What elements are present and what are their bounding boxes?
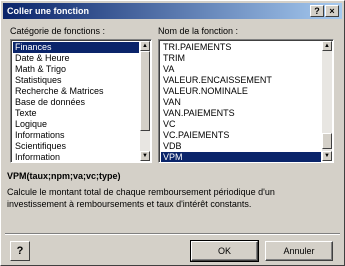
list-item[interactable]: VALEUR.ENCAISSEMENT <box>161 75 321 86</box>
title-bar: Coller une fonction ? × <box>3 3 342 19</box>
function-scrollbar[interactable]: ▲ ▼ <box>322 41 332 161</box>
scroll-down-icon[interactable]: ▼ <box>140 151 150 161</box>
function-list: TRI.PAIEMENTS TRIM VA VALEUR.ENCAISSEMENT VA… <box>161 42 321 162</box>
category-label: Catégorie de fonctions : <box>10 26 106 36</box>
scroll-thumb[interactable] <box>140 51 150 131</box>
list-item[interactable]: Finances <box>13 42 139 53</box>
list-item[interactable]: Statistiques <box>13 75 139 86</box>
list-item[interactable]: TRI.PAIEMENTS <box>161 42 321 53</box>
function-syntax: VPM(taux;npm;va;vc;type) <box>7 171 121 181</box>
list-item[interactable]: VC.PAIEMENTS <box>161 130 321 141</box>
list-item[interactable]: VPM <box>161 152 321 162</box>
help-icon: ? <box>16 245 24 257</box>
list-item[interactable]: Math & Trigo <box>13 64 139 75</box>
list-item[interactable]: VDB <box>161 141 321 152</box>
list-item[interactable]: VA <box>161 64 321 75</box>
category-scrollbar[interactable]: ▲ ▼ <box>140 41 150 161</box>
list-item[interactable]: VC <box>161 119 321 130</box>
help-button[interactable]: ? <box>10 241 30 261</box>
paste-function-dialog: Coller une fonction ? × Catégorie de fon… <box>0 0 345 266</box>
function-description: Calcule le montant total de chaque rembo… <box>7 187 275 209</box>
ok-button[interactable]: OK <box>190 240 259 262</box>
list-item[interactable]: Date & Heure <box>13 53 139 64</box>
list-item[interactable]: TRIM <box>161 53 321 64</box>
list-item[interactable]: Base de données <box>13 97 139 108</box>
category-list: Finances Date & Heure Math & Trigo Statisti… <box>13 42 139 162</box>
list-item[interactable]: Informations <box>13 130 139 141</box>
list-item[interactable]: Recherche & Matrices <box>13 86 139 97</box>
list-item[interactable]: Logique <box>13 119 139 130</box>
window-title: Coller une fonction <box>7 6 89 16</box>
list-item[interactable]: VAN <box>161 97 321 108</box>
close-button[interactable]: × <box>325 5 339 17</box>
list-item[interactable]: Information <box>13 152 139 162</box>
function-listbox[interactable]: TRI.PAIEMENTS TRIM VA VALEUR.ENCAISSEMENT VA… <box>158 39 334 163</box>
list-item[interactable]: VALEUR.NOMINALE <box>161 86 321 97</box>
list-item[interactable]: Scientifiques <box>13 141 139 152</box>
function-name-label: Nom de la fonction : <box>158 26 239 36</box>
separator <box>5 233 340 235</box>
category-listbox[interactable]: Finances Date & Heure Math & Trigo Statisti… <box>10 39 152 163</box>
list-item[interactable]: VAN.PAIEMENTS <box>161 108 321 119</box>
scroll-thumb[interactable] <box>322 133 332 149</box>
cancel-button[interactable]: Annuler <box>265 241 333 261</box>
scroll-down-icon[interactable]: ▼ <box>322 151 332 161</box>
scroll-up-icon[interactable]: ▲ <box>322 41 332 51</box>
scroll-up-icon[interactable]: ▲ <box>140 41 150 51</box>
list-item[interactable]: Texte <box>13 108 139 119</box>
help-title-button[interactable]: ? <box>310 5 324 17</box>
